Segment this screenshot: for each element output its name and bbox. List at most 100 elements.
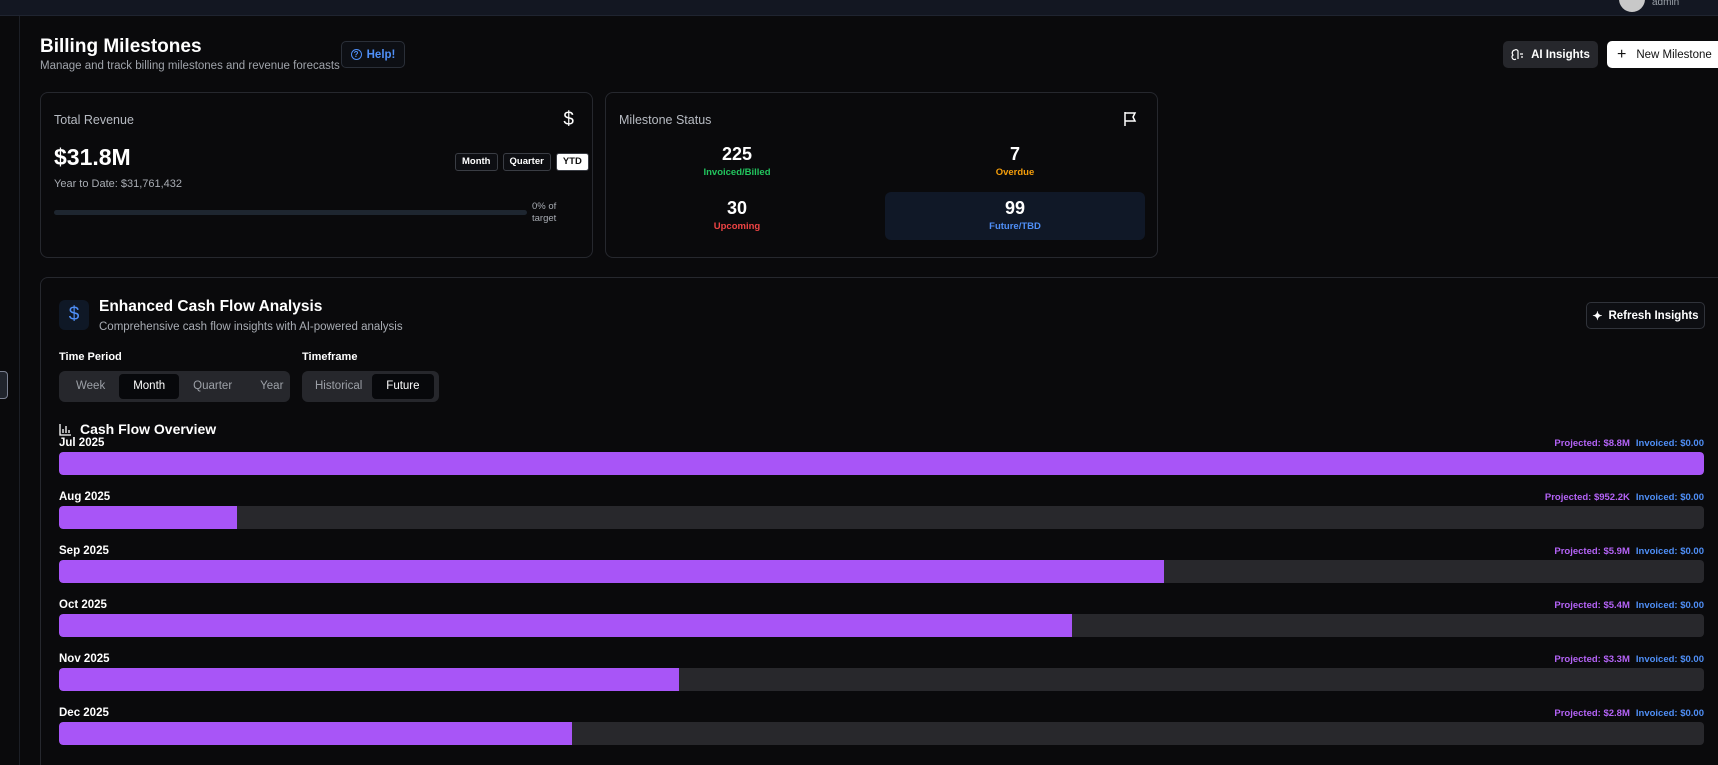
invoiced-amount: Invoiced: $0.00	[1635, 654, 1704, 665]
milestone-status-label: Milestone Status	[619, 113, 712, 127]
time-period-label: Time Period	[59, 351, 122, 363]
cash-flow-row: Oct 2025 Projected: $5.4M Invoiced: $0.00	[59, 599, 1704, 645]
cash-flow-subtitle: Comprehensive cash flow insights with AI…	[99, 321, 403, 333]
user-role: admin	[1652, 0, 1680, 8]
status-overdue-label: Overdue	[995, 167, 1035, 178]
overview-title-text: Cash Flow Overview	[80, 421, 217, 437]
cash-flow-row: Jul 2025 Projected: $8.8M Invoiced: $0.00	[59, 437, 1704, 483]
row-month-label: Jul 2025	[59, 437, 105, 449]
row-amounts: Projected: $8.8M Invoiced: $0.00	[1554, 438, 1704, 449]
status-overdue[interactable]: 7 Overdue	[885, 138, 1145, 186]
total-revenue-value: $31.8M	[54, 144, 131, 170]
row-bar-track	[59, 668, 1704, 691]
row-month-label: Nov 2025	[59, 653, 110, 665]
invoiced-amount: Invoiced: $0.00	[1635, 600, 1704, 611]
time-period-year[interactable]: Year	[246, 374, 297, 399]
cash-flow-row: Aug 2025 Projected: $952.2K Invoiced: $0.0…	[59, 491, 1704, 537]
cash-flow-row: Nov 2025 Projected: $3.3M Invoiced: $0.00	[59, 653, 1704, 699]
row-bar-track	[59, 452, 1704, 475]
ai-insights-button[interactable]: AI Insights	[1503, 41, 1598, 68]
status-future-label: Future/TBD	[989, 221, 1041, 232]
timeframe-toggle: Historical Future	[302, 371, 439, 402]
new-milestone-label: New Milestone	[1636, 48, 1712, 61]
status-invoiced[interactable]: 225 Invoiced/Billed	[607, 138, 867, 186]
invoiced-amount: Invoiced: $0.00	[1635, 546, 1704, 557]
time-period-quarter[interactable]: Quarter	[179, 374, 246, 399]
help-label: Help!	[366, 48, 396, 61]
dollar-icon: $	[563, 109, 574, 130]
row-month-label: Oct 2025	[59, 599, 107, 611]
row-bar-track	[59, 560, 1704, 583]
sidebar-toggle-handle[interactable]	[0, 371, 8, 399]
status-future-count: 99	[1004, 198, 1026, 218]
status-invoiced-count: 225	[721, 144, 753, 164]
period-quarter-button[interactable]: Quarter	[502, 153, 551, 171]
row-bar-track	[59, 506, 1704, 529]
projected-amount: Projected: $5.9M	[1554, 546, 1630, 557]
row-amounts: Projected: $3.3M Invoiced: $0.00	[1554, 654, 1704, 665]
status-future[interactable]: 99 Future/TBD	[885, 192, 1145, 240]
refresh-insights-button[interactable]: ✦ Refresh Insights	[1586, 302, 1705, 329]
ai-insights-label: AI Insights	[1531, 48, 1590, 61]
period-ytd-button[interactable]: YTD	[555, 153, 589, 171]
row-amounts: Projected: $952.2K Invoiced: $0.00	[1545, 492, 1704, 503]
row-bar-track	[59, 722, 1704, 745]
row-amounts: Projected: $2.8M Invoiced: $0.00	[1554, 708, 1704, 719]
help-icon: ?	[350, 49, 362, 60]
revenue-progress-bar	[54, 210, 527, 215]
time-period-toggle: Week Month Quarter Year	[59, 371, 290, 402]
progress-text: 0% of target	[532, 201, 557, 224]
refresh-insights-label: Refresh Insights	[1608, 309, 1699, 322]
row-month-label: Sep 2025	[59, 545, 109, 557]
time-period-week[interactable]: Week	[62, 374, 119, 399]
page-subtitle: Manage and track billing milestones and …	[40, 60, 340, 72]
timeframe-historical[interactable]: Historical	[305, 374, 372, 399]
cash-flow-card: $ Enhanced Cash Flow Analysis Comprehens…	[40, 277, 1718, 765]
status-upcoming[interactable]: 30 Upcoming	[607, 192, 867, 240]
invoiced-amount: Invoiced: $0.00	[1635, 438, 1704, 449]
row-bar-fill	[59, 452, 1704, 475]
invoiced-amount: Invoiced: $0.00	[1635, 708, 1704, 719]
avatar[interactable]	[1619, 0, 1645, 12]
page-title: Billing Milestones	[40, 36, 202, 57]
row-bar-fill	[59, 722, 573, 745]
projected-amount: Projected: $8.8M	[1554, 438, 1630, 449]
total-revenue-label: Total Revenue	[54, 113, 134, 127]
row-month-label: Aug 2025	[59, 491, 111, 503]
row-bar-fill	[59, 614, 1073, 637]
time-period-month[interactable]: Month	[119, 374, 180, 399]
bar-chart-icon	[59, 423, 71, 436]
cash-flow-overview-title: Cash Flow Overview	[59, 421, 216, 437]
row-bar-fill	[59, 560, 1165, 583]
dollar-icon: $	[59, 300, 89, 330]
help-button[interactable]: ? Help!	[341, 41, 405, 68]
status-invoiced-label: Invoiced/Billed	[703, 167, 771, 178]
row-bar-fill	[59, 506, 237, 529]
row-amounts: Projected: $5.4M Invoiced: $0.00	[1554, 600, 1704, 611]
projected-amount: Projected: $2.8M	[1554, 708, 1630, 719]
status-upcoming-label: Upcoming	[713, 221, 761, 232]
timeframe-label: Timeframe	[302, 351, 358, 363]
revenue-period-selector: Month Quarter YTD	[455, 153, 589, 171]
timeframe-future[interactable]: Future	[372, 374, 434, 399]
sparkle-icon: ✦	[1592, 308, 1603, 323]
cash-flow-title: Enhanced Cash Flow Analysis	[99, 298, 323, 315]
projected-amount: Projected: $952.2K	[1544, 492, 1630, 503]
year-to-date-text: Year to Date: $31,761,432	[54, 178, 183, 190]
projected-amount: Projected: $5.4M	[1554, 600, 1630, 611]
row-bar-fill	[59, 668, 680, 691]
cash-flow-row: Dec 2025 Projected: $2.8M Invoiced: $0.00	[59, 707, 1704, 753]
cash-flow-row: Sep 2025 Projected: $5.9M Invoiced: $0.00	[59, 545, 1704, 591]
flag-icon	[1124, 112, 1137, 126]
status-overdue-count: 7	[1009, 144, 1020, 164]
period-month-button[interactable]: Month	[455, 153, 498, 171]
row-bar-track	[59, 614, 1704, 637]
invoiced-amount: Invoiced: $0.00	[1635, 492, 1704, 503]
brain-icon	[1511, 49, 1524, 61]
row-month-label: Dec 2025	[59, 707, 109, 719]
row-amounts: Projected: $5.9M Invoiced: $0.00	[1554, 546, 1704, 557]
total-revenue-card: Total Revenue $ $31.8M Year to Date: $31…	[40, 92, 593, 258]
new-milestone-button[interactable]: + New Milestone	[1607, 41, 1718, 68]
plus-icon: +	[1617, 45, 1627, 63]
milestone-status-card: Milestone Status 225 Invoiced/Billed 7 O…	[605, 92, 1158, 258]
